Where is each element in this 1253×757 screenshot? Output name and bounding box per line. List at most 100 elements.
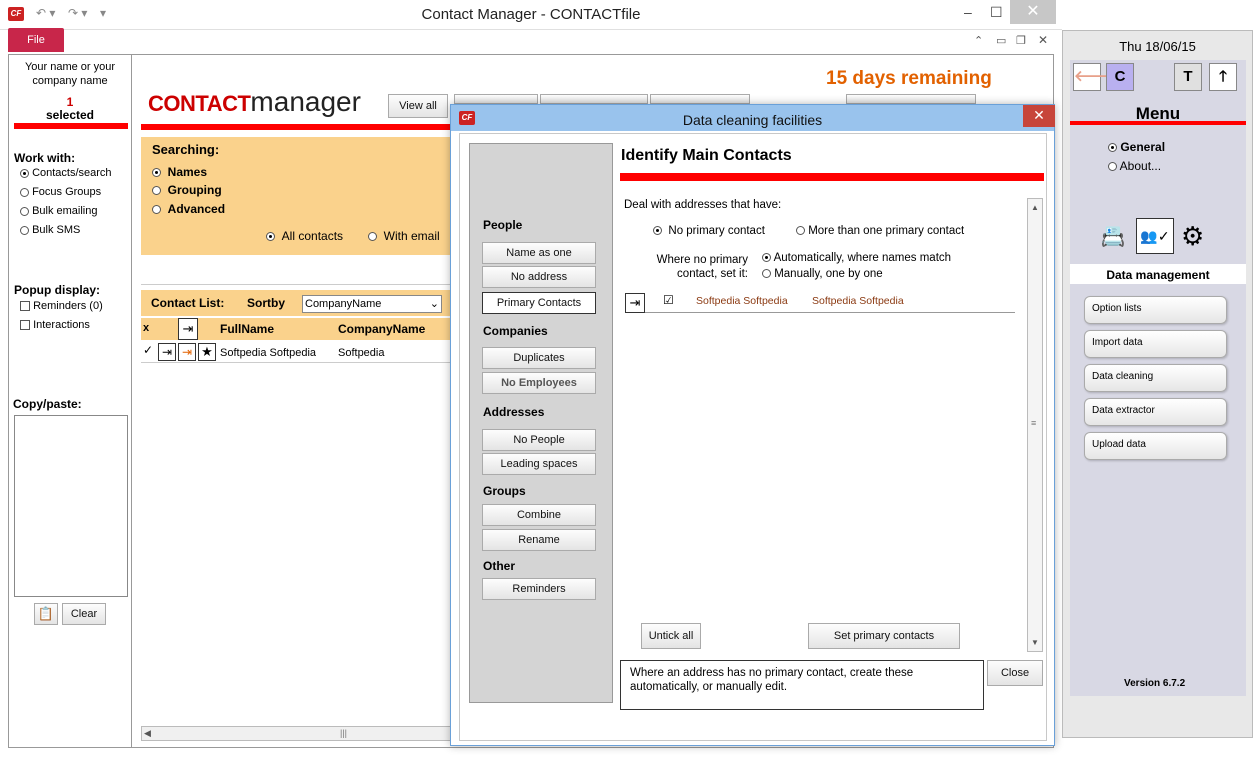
checkbox-icon[interactable]	[20, 301, 30, 312]
scroll-left-icon[interactable]: ◀	[144, 728, 151, 739]
search-grouping[interactable]: Grouping	[152, 183, 222, 197]
data-cleaning-button[interactable]: Data cleaning	[1084, 364, 1227, 392]
collapse-ribbon-icon[interactable]: ⌃	[974, 34, 983, 47]
radio-icon[interactable]	[762, 269, 771, 279]
row-check-icon[interactable]: ✓	[143, 343, 153, 357]
toolbar-button-5[interactable]	[846, 94, 976, 104]
work-with-bulk-sms[interactable]: Bulk SMS	[20, 224, 80, 236]
back-arrow-icon[interactable]: 🡐	[1073, 63, 1114, 91]
radio-icon[interactable]	[20, 187, 29, 197]
radio-icon[interactable]	[796, 226, 805, 236]
where-line2: contact, set it:	[677, 268, 748, 280]
radio-icon[interactable]	[20, 225, 29, 235]
chevron-down-icon[interactable]: ⌄	[430, 296, 439, 312]
result-open-icon[interactable]: ⇥	[625, 293, 645, 313]
option-automatically[interactable]: Automatically, where names match	[762, 252, 951, 264]
popup-interactions[interactable]: Interactions	[20, 319, 90, 331]
close-button[interactable]: Close	[987, 660, 1043, 686]
radio-icon[interactable]	[1108, 162, 1117, 172]
horizontal-scrollbar[interactable]	[141, 726, 455, 741]
doc-minimize-icon[interactable]: ▭	[996, 34, 1006, 47]
contacts-book-icon[interactable]: 📇	[1100, 224, 1126, 250]
other-section-label: Other	[483, 559, 516, 573]
owner-name-line2: company name	[32, 75, 108, 87]
doc-close-icon[interactable]: ✕	[1038, 33, 1048, 47]
sortby-select[interactable]: CompanyName ⌄	[302, 295, 442, 313]
work-with-contacts[interactable]: Contacts/search	[20, 167, 112, 179]
radio-icon[interactable]	[762, 253, 771, 263]
filter-all-contacts[interactable]: All contacts	[266, 229, 343, 243]
maximize-icon[interactable]: ☐	[990, 4, 1003, 21]
col-fullname[interactable]: FullName	[220, 322, 274, 336]
menu-general[interactable]: General	[1108, 140, 1165, 154]
checkbox-icon[interactable]	[20, 320, 30, 331]
work-with-focus-groups[interactable]: Focus Groups	[20, 186, 101, 198]
row-link-icon[interactable]: ⇥	[178, 343, 196, 361]
radio-icon[interactable]	[368, 232, 377, 242]
copy-paste-area[interactable]	[14, 415, 128, 597]
option-more-than-one-label: More than one primary contact	[808, 225, 965, 237]
duplicates-button[interactable]: Duplicates	[482, 347, 596, 369]
popup-reminders[interactable]: Reminders (0)	[20, 300, 103, 312]
scroll-grip-icon[interactable]: ≡	[1031, 418, 1036, 428]
no-address-button[interactable]: No address	[482, 266, 596, 288]
radio-icon[interactable]	[152, 168, 161, 178]
toolbar-button-3[interactable]	[540, 94, 648, 104]
radio-icon[interactable]	[152, 186, 161, 196]
no-people-button[interactable]: No People	[482, 429, 596, 451]
data-extractor-button[interactable]: Data extractor	[1084, 398, 1227, 426]
star-icon[interactable]: ★	[198, 343, 216, 361]
scroll-thumb-icon[interactable]: |||	[340, 728, 347, 738]
view-all-button[interactable]: View all	[388, 94, 448, 118]
col-companyname[interactable]: CompanyName	[338, 322, 425, 336]
leading-spaces-button[interactable]: Leading spaces	[482, 453, 596, 475]
gear-icon[interactable]: ⚙	[1181, 222, 1204, 250]
work-with-bulk-emailing[interactable]: Bulk emailing	[20, 205, 97, 217]
import-data-button[interactable]: Import data	[1084, 330, 1227, 358]
filter-with-email[interactable]: With email	[368, 229, 440, 243]
combine-button[interactable]: Combine	[482, 504, 596, 526]
option-lists-button[interactable]: Option lists	[1084, 296, 1227, 324]
paste-icon[interactable]: 📋	[34, 603, 58, 625]
scroll-down-icon[interactable]: ▼	[1031, 638, 1039, 647]
radio-icon[interactable]	[1108, 143, 1117, 153]
primary-contacts-button[interactable]: Primary Contacts	[482, 292, 596, 314]
untick-all-button[interactable]: Untick all	[641, 623, 701, 649]
no-employees-button[interactable]: No Employees	[482, 372, 596, 394]
clear-button[interactable]: Clear	[62, 603, 106, 625]
radio-icon[interactable]	[653, 226, 662, 236]
popup-reminders-label: Reminders (0)	[33, 300, 103, 312]
radio-icon[interactable]	[20, 168, 29, 178]
c-button[interactable]: C	[1106, 63, 1134, 91]
window-close-icon[interactable]: ✕	[1010, 0, 1056, 24]
search-advanced[interactable]: Advanced	[152, 202, 225, 216]
name-as-one-button[interactable]: Name as one	[482, 242, 596, 264]
toolbar-button-2[interactable]	[454, 94, 538, 104]
row-open-icon[interactable]: ⇥	[158, 343, 176, 361]
scroll-up-icon[interactable]: ▲	[1031, 203, 1039, 212]
result-name-1: Softpedia Softpedia	[696, 295, 788, 307]
option-manually[interactable]: Manually, one by one	[762, 268, 883, 280]
rename-button[interactable]: Rename	[482, 529, 596, 551]
dialog-close-icon[interactable]: ✕	[1023, 105, 1055, 127]
doc-restore-icon[interactable]: ❐	[1016, 34, 1026, 47]
data-management-icon[interactable]: 👥✓	[1136, 218, 1174, 254]
radio-icon[interactable]	[266, 232, 275, 242]
radio-icon[interactable]	[20, 206, 29, 216]
toolbar-button-4[interactable]	[650, 94, 750, 104]
result-checked-icon[interactable]: ☑	[663, 293, 674, 307]
option-no-primary[interactable]: No primary contact	[653, 225, 765, 237]
option-more-than-one[interactable]: More than one primary contact	[796, 225, 964, 237]
reminders-button[interactable]: Reminders	[482, 578, 596, 600]
upload-data-button[interactable]: Upload data	[1084, 432, 1227, 460]
file-tab[interactable]: File	[8, 28, 64, 52]
radio-icon[interactable]	[152, 205, 161, 215]
set-primary-contacts-button[interactable]: Set primary contacts	[808, 623, 960, 649]
search-names[interactable]: Names	[152, 165, 207, 179]
export-icon[interactable]: ⇥	[178, 318, 198, 340]
up-arrow-icon[interactable]: 🡑	[1209, 63, 1237, 91]
menu-about[interactable]: About...	[1108, 159, 1161, 173]
t-button[interactable]: T	[1174, 63, 1202, 91]
minimize-icon[interactable]: –	[964, 4, 972, 20]
work-with-bulk-emailing-label: Bulk emailing	[32, 205, 98, 217]
